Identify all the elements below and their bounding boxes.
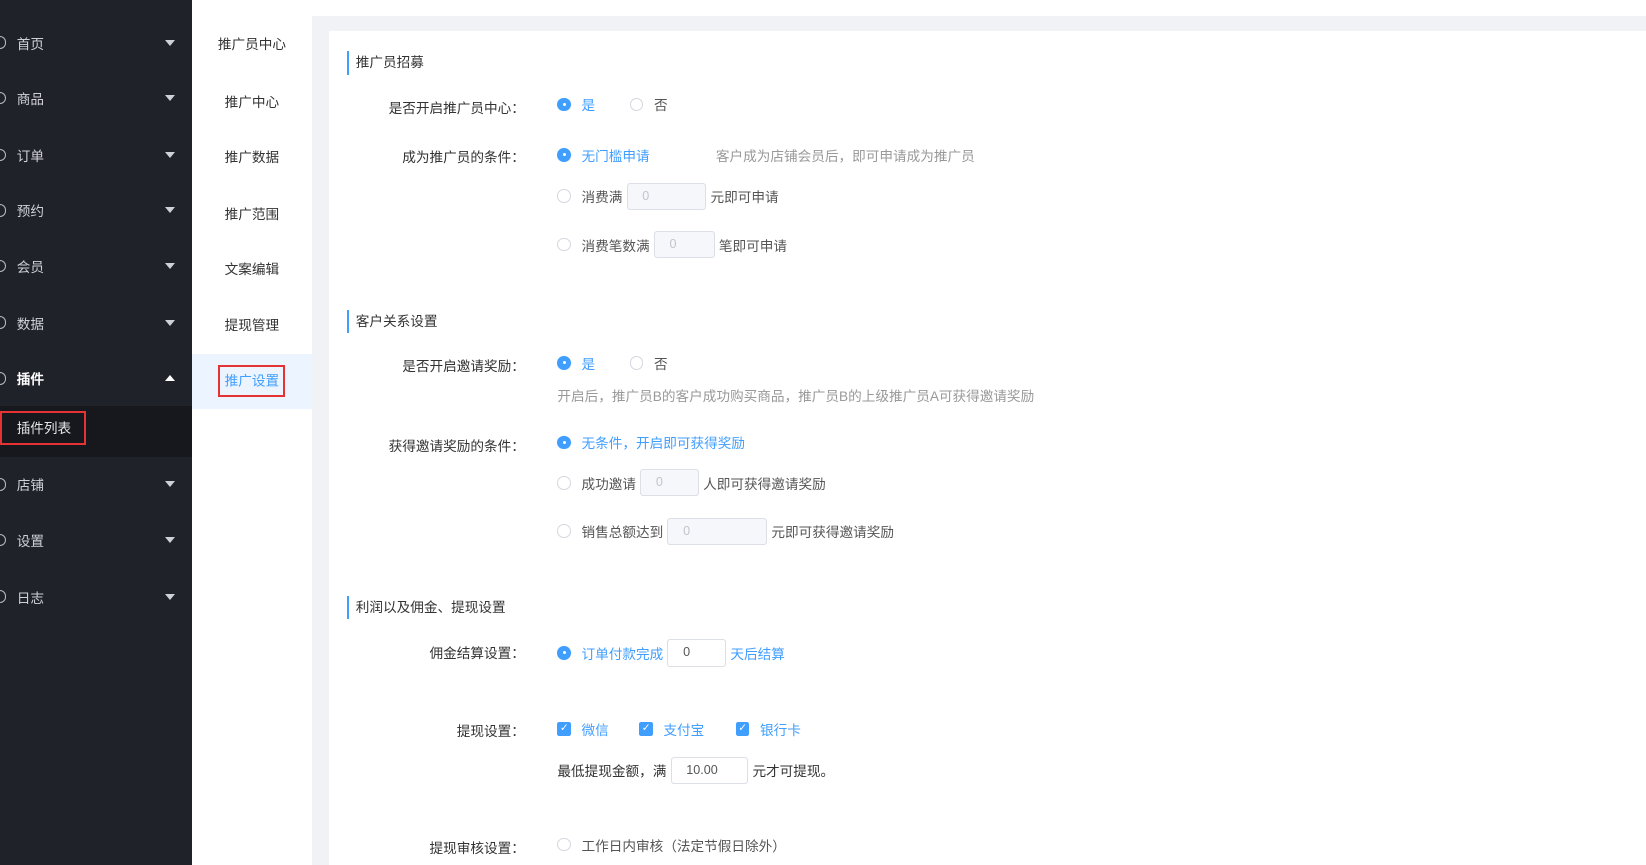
label-condition: 成为推广员的条件：	[402, 149, 525, 165]
nav-booking[interactable]: 预约	[0, 183, 192, 239]
radio-checked-icon	[557, 355, 572, 370]
cond-count-input[interactable]: 0	[653, 230, 715, 259]
log-icon	[0, 590, 7, 604]
chevron-down-icon	[164, 207, 175, 214]
settle-radio[interactable]: 订单付款完成 0 天后结算	[557, 639, 785, 667]
withdraw-bank-checkbox[interactable]: ✓ 银行卡	[735, 719, 801, 739]
label-settle: 佣金结算设置：	[429, 646, 525, 662]
nav-data[interactable]: 数据	[0, 295, 192, 351]
min-withdraw-row: 最低提现金额，满 10.00 元才可提现。	[557, 756, 834, 785]
cond-count-radio[interactable]: 消费笔数满 0 笔即可申请	[557, 230, 787, 259]
radio-icon	[629, 97, 644, 112]
nav-shop[interactable]: 店铺	[0, 457, 192, 513]
member-icon	[0, 259, 7, 273]
reward-sales-input[interactable]: 0	[667, 517, 768, 545]
checkbox-checked-icon: ✓	[735, 722, 750, 736]
order-icon	[0, 148, 7, 162]
open-center-yes[interactable]: 是	[557, 94, 595, 114]
plugin-submenu: 插件列表	[0, 406, 193, 457]
min-withdraw-input[interactable]: 10.00	[670, 756, 749, 785]
chevron-up-icon	[164, 375, 175, 382]
radio-checked-icon	[557, 646, 572, 660]
radio-icon	[557, 189, 572, 204]
withdraw-alipay-checkbox[interactable]: ✓ 支付宝	[639, 719, 704, 739]
radio-icon	[629, 355, 644, 370]
nav-order[interactable]: 订单	[0, 127, 192, 183]
invite-yes[interactable]: 是	[557, 353, 595, 373]
chevron-down-icon	[164, 481, 175, 488]
section-title-recruit: 推广员招募	[347, 51, 424, 75]
shop-icon	[0, 478, 7, 491]
withdraw-wechat-checkbox[interactable]: ✓ 微信	[557, 719, 609, 739]
reward-invite-input[interactable]: 0	[640, 469, 699, 497]
cond-spend-input[interactable]: 0	[626, 182, 707, 210]
panel-item-settings[interactable]: 推广设置	[192, 353, 312, 410]
panel-item-withdraw[interactable]: 提现管理	[192, 298, 312, 354]
goods-icon	[0, 91, 7, 105]
panel-item-range[interactable]: 推广范围	[192, 187, 312, 243]
radio-checked-icon	[557, 435, 572, 450]
chevron-down-icon	[164, 151, 175, 158]
chevron-down-icon	[164, 39, 175, 46]
reward-free-radio[interactable]: 无条件，开启即可获得奖励	[557, 432, 745, 452]
radio-icon	[557, 237, 572, 252]
radio-checked-icon	[557, 97, 572, 112]
radio-icon	[557, 837, 572, 852]
settings-card	[328, 31, 1646, 865]
sidebar: 首页 商品 订单 预约 会员 数据 插件 插件列表 店铺 设置 日志	[0, 0, 193, 865]
label-reward: 获得邀请奖励的条件：	[388, 438, 525, 454]
plugin-icon	[0, 372, 7, 385]
cond-spend-radio[interactable]: 消费满 0 元即可申请	[557, 182, 779, 210]
data-icon	[0, 316, 7, 330]
reward-sales-radio[interactable]: 销售总额达到 0 元即可获得邀请奖励	[557, 517, 894, 545]
settle-days-input[interactable]: 0	[667, 639, 727, 667]
section-title-profit: 利润以及佣金、提现设置	[347, 596, 506, 620]
sub-panel: 推广员中心 推广中心 推广数据 推广范围 文案编辑 提现管理 推广设置	[192, 15, 312, 865]
cond-free-radio[interactable]: 无门槛申请	[557, 145, 650, 165]
label-invite: 是否开启邀请奖励：	[402, 358, 525, 374]
panel-item-data[interactable]: 推广数据	[192, 130, 312, 186]
checkbox-checked-icon: ✓	[557, 722, 572, 736]
invite-no[interactable]: 否	[629, 353, 668, 373]
checkbox-checked-icon: ✓	[639, 722, 653, 736]
open-center-no[interactable]: 否	[629, 94, 668, 114]
radio-icon	[557, 524, 572, 538]
chevron-down-icon	[164, 95, 175, 101]
nav-home[interactable]: 首页	[0, 15, 192, 71]
radio-checked-icon	[557, 148, 572, 162]
section-title-relation: 客户关系设置	[347, 309, 437, 333]
nav-log[interactable]: 日志	[0, 569, 192, 625]
top-bar	[192, 0, 1646, 16]
panel-item-center[interactable]: 推广中心	[192, 75, 312, 131]
settings-icon	[0, 533, 7, 547]
chevron-down-icon	[164, 593, 175, 600]
panel-title: 推广员中心	[217, 36, 286, 52]
label-open-center: 是否开启推广员中心：	[388, 100, 525, 116]
label-withdraw: 提现设置：	[456, 724, 525, 740]
cond-free-hint: 客户成为店铺会员后，即可申请成为推广员	[715, 148, 975, 164]
invite-hint: 开启后，推广员B的客户成功购买商品，推广员B的上级推广员A可获得邀请奖励	[557, 389, 1035, 405]
booking-icon	[0, 204, 7, 217]
reward-invite-radio[interactable]: 成功邀请 0 人即可获得邀请奖励	[557, 469, 826, 497]
chevron-down-icon	[164, 263, 175, 269]
submenu-plugin-list[interactable]: 插件列表	[0, 411, 87, 446]
chevron-down-icon	[164, 537, 175, 543]
label-audit: 提现审核设置：	[429, 840, 525, 856]
nav-settings[interactable]: 设置	[0, 512, 192, 568]
nav-member[interactable]: 会员	[0, 238, 192, 294]
audit-radio[interactable]: 工作日内审核（法定节假日除外）	[557, 835, 786, 855]
radio-icon	[557, 476, 572, 490]
home-icon	[0, 36, 7, 49]
panel-item-copy[interactable]: 文案编辑	[192, 242, 312, 298]
nav-plugin[interactable]: 插件	[0, 351, 192, 407]
chevron-down-icon	[164, 319, 175, 326]
nav-goods[interactable]: 商品	[0, 70, 192, 126]
